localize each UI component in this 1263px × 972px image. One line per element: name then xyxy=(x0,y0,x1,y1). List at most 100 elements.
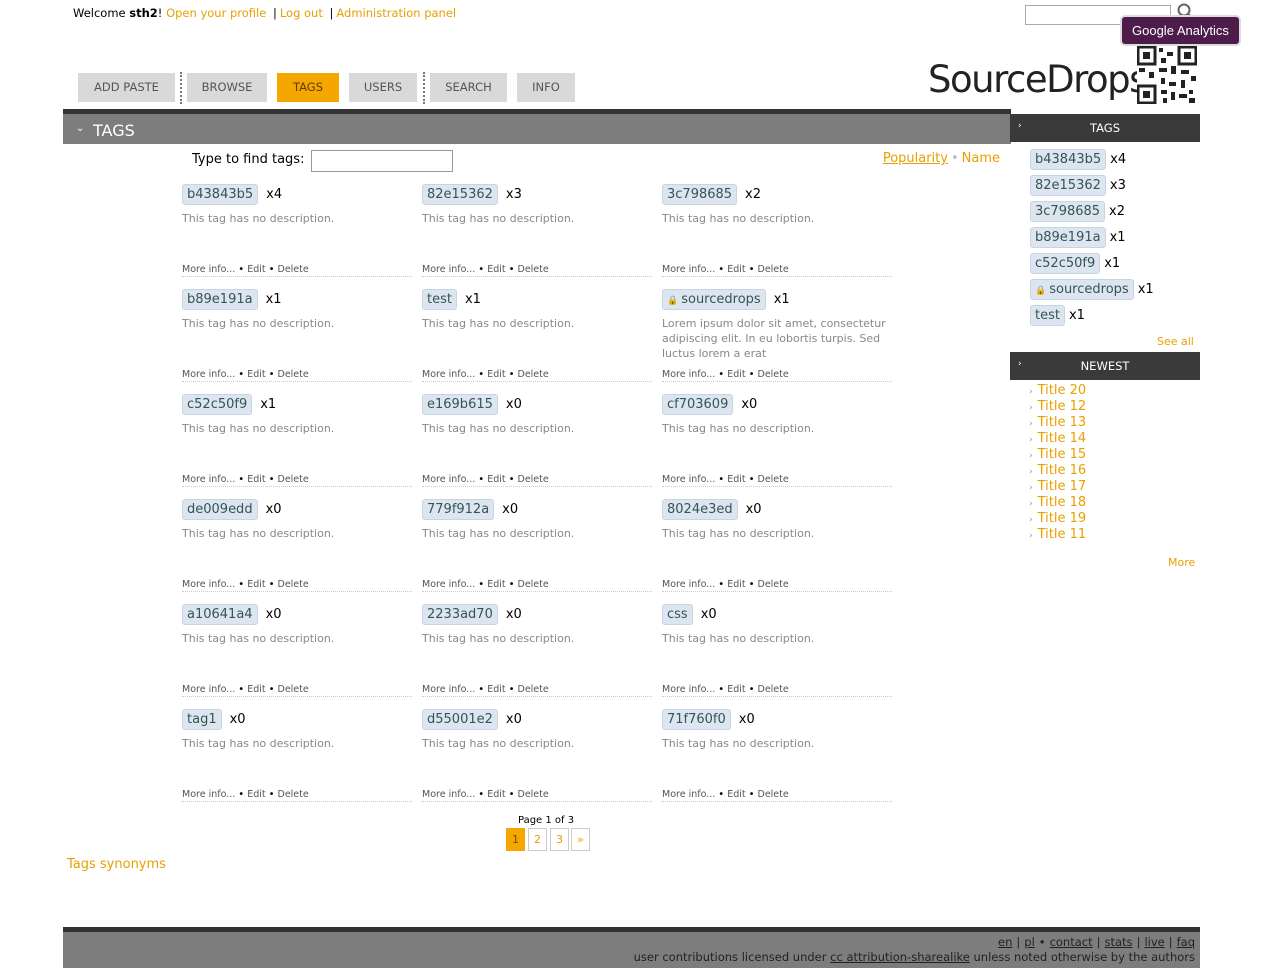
tag-pill[interactable]: b43843b5 xyxy=(1030,149,1107,170)
tag-pill[interactable]: 🔒 sourcedrops xyxy=(1030,279,1134,300)
edit-link[interactable]: Edit xyxy=(247,789,265,800)
edit-link[interactable]: Edit xyxy=(487,369,505,380)
license-link[interactable]: cc attribution-sharealike xyxy=(830,950,970,964)
newest-item[interactable]: › Title 12 xyxy=(1029,399,1086,414)
nav-add-paste[interactable]: ADD PASTE xyxy=(78,73,175,102)
next-page-button[interactable]: » xyxy=(571,828,590,851)
tag-pill[interactable]: d55001e2 xyxy=(422,709,498,730)
edit-link[interactable]: Edit xyxy=(247,684,265,695)
newest-item[interactable]: › Title 19 xyxy=(1029,511,1086,526)
delete-link[interactable]: Delete xyxy=(758,684,789,695)
edit-link[interactable]: Edit xyxy=(247,474,265,485)
tag-pill[interactable]: de009edd xyxy=(182,499,258,520)
edit-link[interactable]: Edit xyxy=(727,789,745,800)
tag-pill[interactable]: test xyxy=(422,289,457,310)
nav-users[interactable]: USERS xyxy=(349,73,417,102)
sort-name-link[interactable]: Name xyxy=(962,151,1000,166)
tag-pill[interactable]: c52c50f9 xyxy=(182,394,253,415)
tag-pill[interactable]: 82e15362 xyxy=(1030,175,1106,196)
newest-item[interactable]: › Title 16 xyxy=(1029,463,1086,478)
newest-item[interactable]: › Title 15 xyxy=(1029,447,1086,462)
tag-pill[interactable]: e169b615 xyxy=(422,394,498,415)
newest-item[interactable]: › Title 11 xyxy=(1029,527,1086,542)
delete-link[interactable]: Delete xyxy=(758,369,789,380)
site-logo[interactable]: SourceDrops xyxy=(928,58,1148,101)
sort-popularity-link[interactable]: Popularity xyxy=(883,151,948,166)
edit-link[interactable]: Edit xyxy=(247,264,265,275)
tag-pill[interactable]: 71f760f0 xyxy=(662,709,731,730)
edit-link[interactable]: Edit xyxy=(727,579,745,590)
tags-synonyms-link[interactable]: Tags synonyms xyxy=(67,857,166,872)
edit-link[interactable]: Edit xyxy=(487,579,505,590)
more-info-link[interactable]: More info... xyxy=(662,684,715,695)
more-info-link[interactable]: More info... xyxy=(422,369,475,380)
find-tags-input[interactable] xyxy=(311,150,453,172)
delete-link[interactable]: Delete xyxy=(758,579,789,590)
more-info-link[interactable]: More info... xyxy=(182,369,235,380)
nav-search[interactable]: SEARCH xyxy=(430,73,507,102)
tag-pill[interactable]: tag1 xyxy=(182,709,222,730)
tag-pill[interactable]: cf703609 xyxy=(662,394,734,415)
lang-en-link[interactable]: en xyxy=(998,935,1012,949)
delete-link[interactable]: Delete xyxy=(518,789,549,800)
nav-browse[interactable]: BROWSE xyxy=(187,73,267,102)
edit-link[interactable]: Edit xyxy=(727,474,745,485)
lang-pl-link[interactable]: pl xyxy=(1024,935,1035,949)
contact-link[interactable]: contact xyxy=(1050,935,1093,949)
newest-item[interactable]: › Title 13 xyxy=(1029,415,1086,430)
live-link[interactable]: live xyxy=(1144,935,1164,949)
google-analytics-badge[interactable]: Google Analytics xyxy=(1122,17,1239,44)
newest-item[interactable]: › Title 20 xyxy=(1029,383,1086,398)
see-all-link[interactable]: See all xyxy=(1157,335,1194,348)
delete-link[interactable]: Delete xyxy=(518,369,549,380)
page-1-button[interactable]: 1 xyxy=(506,828,525,851)
delete-link[interactable]: Delete xyxy=(278,264,309,275)
edit-link[interactable]: Edit xyxy=(727,264,745,275)
page-2-button[interactable]: 2 xyxy=(528,828,547,851)
delete-link[interactable]: Delete xyxy=(518,684,549,695)
nav-info[interactable]: INFO xyxy=(517,73,575,102)
more-info-link[interactable]: More info... xyxy=(182,264,235,275)
edit-link[interactable]: Edit xyxy=(727,369,745,380)
tag-pill[interactable]: b89e191a xyxy=(182,289,258,310)
chevron-down-icon[interactable]: ⌄ xyxy=(76,123,84,134)
edit-link[interactable]: Edit xyxy=(247,369,265,380)
tag-pill[interactable]: 🔒 sourcedrops xyxy=(662,289,766,310)
tag-pill[interactable]: 2233ad70 xyxy=(422,604,498,625)
delete-link[interactable]: Delete xyxy=(278,369,309,380)
tag-pill[interactable]: 3c798685 xyxy=(662,184,738,205)
more-info-link[interactable]: More info... xyxy=(422,264,475,275)
page-3-button[interactable]: 3 xyxy=(550,828,569,851)
newest-item[interactable]: › Title 14 xyxy=(1029,431,1086,446)
more-info-link[interactable]: More info... xyxy=(662,789,715,800)
edit-link[interactable]: Edit xyxy=(487,474,505,485)
more-link[interactable]: More xyxy=(1168,556,1195,569)
admin-panel-link[interactable]: Administration panel xyxy=(336,6,456,20)
tag-pill[interactable]: test xyxy=(1030,305,1065,326)
delete-link[interactable]: Delete xyxy=(278,474,309,485)
tag-pill[interactable]: 3c798685 xyxy=(1030,201,1106,222)
edit-link[interactable]: Edit xyxy=(487,684,505,695)
newest-item[interactable]: › Title 18 xyxy=(1029,495,1086,510)
more-info-link[interactable]: More info... xyxy=(182,579,235,590)
delete-link[interactable]: Delete xyxy=(758,474,789,485)
newest-item[interactable]: › Title 17 xyxy=(1029,479,1086,494)
edit-link[interactable]: Edit xyxy=(487,789,505,800)
more-info-link[interactable]: More info... xyxy=(662,474,715,485)
delete-link[interactable]: Delete xyxy=(518,474,549,485)
delete-link[interactable]: Delete xyxy=(278,684,309,695)
more-info-link[interactable]: More info... xyxy=(422,474,475,485)
edit-link[interactable]: Edit xyxy=(247,579,265,590)
edit-link[interactable]: Edit xyxy=(727,684,745,695)
more-info-link[interactable]: More info... xyxy=(662,369,715,380)
delete-link[interactable]: Delete xyxy=(518,264,549,275)
more-info-link[interactable]: More info... xyxy=(422,789,475,800)
tag-pill[interactable]: 82e15362 xyxy=(422,184,498,205)
tag-pill[interactable]: a10641a4 xyxy=(182,604,258,625)
open-profile-link[interactable]: Open your profile xyxy=(166,6,266,20)
delete-link[interactable]: Delete xyxy=(278,789,309,800)
more-info-link[interactable]: More info... xyxy=(662,264,715,275)
delete-link[interactable]: Delete xyxy=(518,579,549,590)
tag-pill[interactable]: 8024e3ed xyxy=(662,499,738,520)
delete-link[interactable]: Delete xyxy=(278,579,309,590)
